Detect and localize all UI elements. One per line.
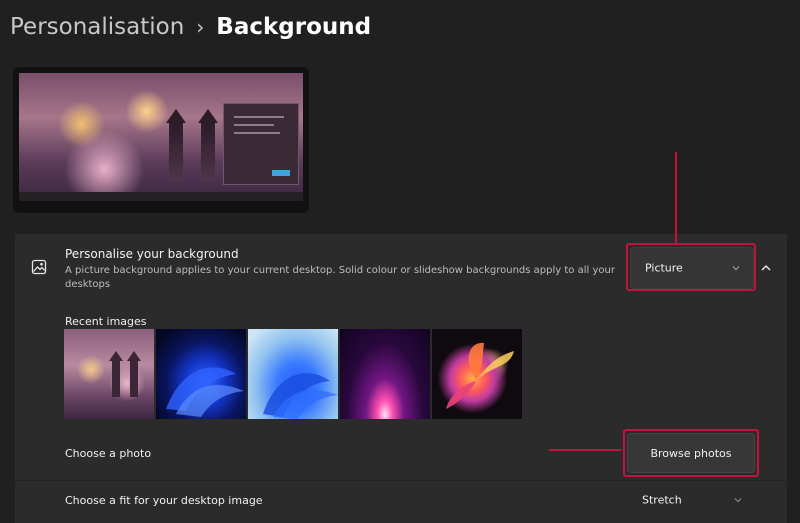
preview-window-line [234,132,280,134]
recent-image-glow-arc[interactable] [340,329,430,419]
desktop-preview [13,67,309,213]
personalise-background-description: A picture background applies to your cur… [65,265,615,290]
bloom-shape [166,367,244,417]
preview-window-line [234,116,284,118]
personalise-background-header[interactable]: Personalise your background A picture ba… [15,234,787,300]
bloom-shape [263,373,338,419]
flower-shape [446,342,514,409]
breadcrumb: Personalisation › Background [10,14,371,40]
page-title: Background [216,14,372,40]
recent-image-bloom-light[interactable] [248,329,338,419]
preview-taskbar [19,192,303,201]
picture-icon [31,259,47,275]
preview-wallpaper [19,73,303,201]
thumb-tower [127,351,141,397]
recent-images-label: Recent images [65,315,147,328]
choose-photo-label: Choose a photo [65,447,152,460]
recent-images-list [64,329,522,419]
breadcrumb-separator: › [196,15,205,39]
choose-fit-label: Choose a fit for your desktop image [65,494,263,507]
thumb-tower [109,351,123,397]
annotation-arrow-dropdown [675,152,677,244]
background-settings-card: Personalise your background A picture ba… [15,234,787,523]
preview-window [223,103,299,185]
preview-window-button [272,170,290,176]
settings-page: Personalisation › Background Personalise… [0,0,800,523]
chevron-up-icon[interactable] [759,261,773,275]
background-type-dropdown[interactable]: Picture [630,247,754,289]
recent-image-flower[interactable] [432,329,522,419]
row-divider [15,480,787,481]
preview-window-line [234,124,274,126]
browse-photos-button[interactable]: Browse photos [627,433,755,473]
preview-tower-right [198,109,218,181]
breadcrumb-personalisation[interactable]: Personalisation [10,14,184,40]
recent-image-city[interactable] [64,329,154,419]
fit-dropdown-value: Stretch [642,493,682,507]
chevron-down-icon [732,266,740,271]
personalise-background-title: Personalise your background [65,247,239,261]
chevron-down-icon [734,498,742,503]
annotation-arrow-browse [549,449,621,451]
recent-image-bloom-dark[interactable] [156,329,246,419]
fit-dropdown[interactable]: Stretch [627,486,755,514]
background-type-value: Picture [645,261,683,275]
preview-tower-left [166,109,186,181]
